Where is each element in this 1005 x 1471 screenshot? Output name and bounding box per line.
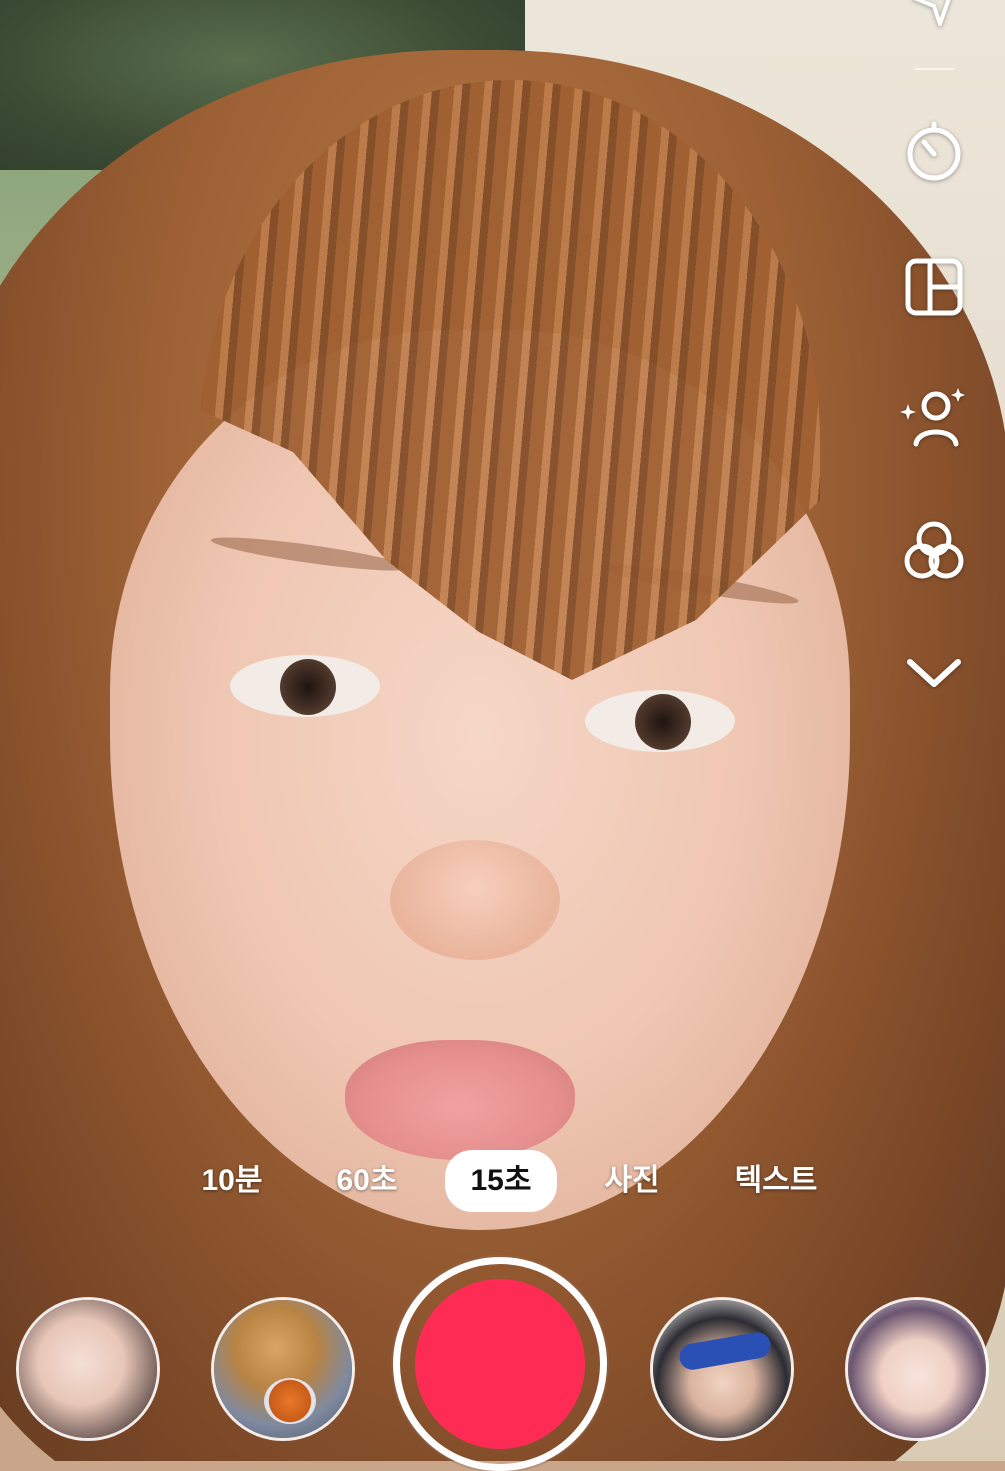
mode-10min[interactable]: 10분 [180,1158,284,1204]
mode-60sec[interactable]: 60초 [312,1158,422,1204]
layout-button[interactable] [898,253,970,325]
more-tools-button[interactable] [898,638,970,710]
effect-thumbnail [653,1300,791,1438]
effect-anime-cat[interactable] [845,1297,989,1441]
effect-dog-meme[interactable] [211,1297,355,1441]
beauty-button[interactable] [898,384,970,456]
filters-button[interactable] [898,518,970,590]
mode-15sec-active[interactable]: 15초 [445,1150,557,1212]
mode-photo[interactable]: 사진 [584,1158,680,1204]
timer-button[interactable] [898,118,970,190]
filter-circles-icon [901,519,967,590]
record-button[interactable] [393,1257,607,1471]
layout-grid-icon [904,257,964,322]
mode-selector: 10분 60초 15초 사진 텍스트 [0,1150,1005,1212]
effect-thumbnail [848,1300,986,1438]
effect-portrait-beauty[interactable] [16,1297,160,1441]
effect-thumbnail [214,1300,352,1438]
effect-thumbnail [19,1300,157,1438]
flip-camera-button[interactable] [898,0,970,42]
camera-preview [0,0,1005,1461]
eye-left [230,655,380,717]
flip-arrow-icon [906,0,962,37]
toolbar-divider [914,68,954,70]
timer-icon [902,120,966,189]
effect-face-doodle[interactable] [650,1297,794,1441]
mode-text[interactable]: 텍스트 [712,1158,840,1204]
record-button-fill [415,1279,585,1449]
nose [390,840,560,960]
face-sparkle-icon [900,384,968,457]
lips [345,1040,575,1160]
chevron-down-icon [904,652,964,697]
eye-right [585,690,735,752]
